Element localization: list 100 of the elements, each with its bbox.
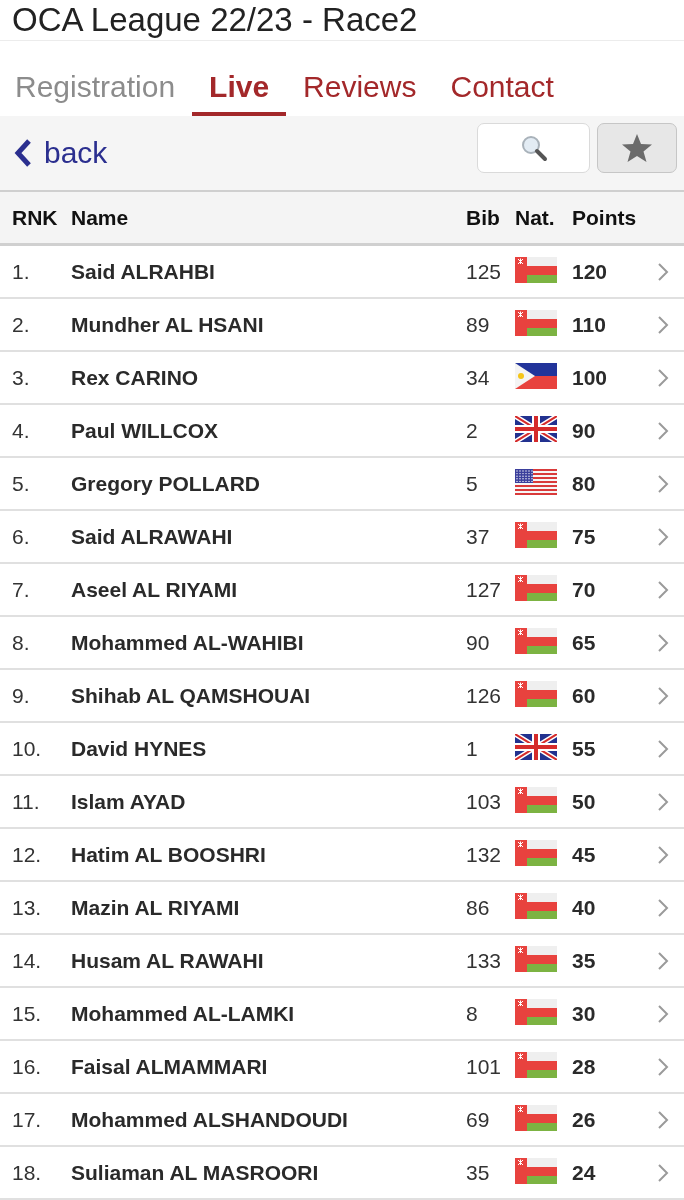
chevron-right-icon[interactable] [657, 1162, 669, 1183]
chevron-right-icon[interactable] [657, 1109, 669, 1130]
athlete-name: Mundher AL HSANI [71, 312, 264, 337]
points-value: 70 [572, 577, 596, 602]
athlete-name: Said ALRAHBI [71, 259, 215, 284]
page-title: OCA League 22/23 - Race2 [12, 1, 418, 39]
bib-number: 132 [466, 842, 502, 867]
chevron-right-icon[interactable] [657, 314, 669, 335]
chevron-right-icon[interactable] [657, 261, 669, 282]
chevron-right-icon[interactable] [657, 1003, 669, 1024]
points-value: 28 [572, 1054, 596, 1079]
nav-tab[interactable]: Contact [433, 62, 571, 116]
athlete-name: Paul WILLCOX [71, 418, 218, 443]
athlete-name: Hatim AL BOOSHRI [71, 842, 266, 867]
chevron-right-icon[interactable] [657, 685, 669, 706]
points-value: 75 [572, 524, 596, 549]
nav-tab[interactable]: Reviews [286, 62, 434, 116]
bib-number: 125 [466, 259, 502, 284]
athlete-name: Rex CARINO [71, 365, 199, 390]
rank-text: 8. [12, 630, 30, 655]
rank-text: 15. [12, 1001, 42, 1026]
chevron-right-icon[interactable] [657, 632, 669, 653]
athlete-name: Faisal ALMAMMARI [71, 1054, 268, 1079]
rank-text: 14. [12, 948, 42, 973]
bib-number: 8 [466, 1001, 478, 1026]
chevron-right-icon[interactable] [657, 897, 669, 918]
bib-number: 69 [466, 1107, 490, 1132]
bib-number: 34 [466, 365, 490, 390]
points-value: 100 [572, 365, 608, 390]
rank-text: 10. [12, 736, 42, 761]
rank-text: 17. [12, 1107, 42, 1132]
points-value: 40 [572, 895, 596, 920]
rank-text: 6. [12, 524, 30, 549]
rank-text: 13. [12, 895, 42, 920]
chevron-left-icon [14, 138, 32, 168]
column-header: Bib [466, 205, 500, 230]
rank-text: 4. [12, 418, 30, 443]
rank-text: 11. [12, 789, 40, 814]
bib-number: 90 [466, 630, 490, 655]
points-value: 120 [572, 259, 608, 284]
athlete-name: Mazin AL RIYAMI [71, 895, 240, 920]
bib-number: 2 [466, 418, 478, 443]
rank-text: 12. [12, 842, 42, 867]
athlete-name: Shihab AL QAMSHOUAI [71, 683, 311, 708]
bib-number: 133 [466, 948, 502, 973]
column-header: Name [71, 205, 129, 230]
bib-number: 101 [466, 1054, 502, 1079]
athlete-name: Mohammed ALSHANDOUDI [71, 1107, 348, 1132]
bib-number: 1 [466, 736, 478, 761]
bib-number: 103 [466, 789, 502, 814]
chevron-right-icon[interactable] [657, 738, 669, 759]
bib-number: 37 [466, 524, 490, 549]
bib-number: 86 [466, 895, 490, 920]
points-value: 24 [572, 1160, 596, 1185]
rank-text: 1. [12, 259, 30, 284]
column-header: Points [572, 205, 637, 230]
rank-text: 7. [12, 577, 30, 602]
star-icon [621, 133, 653, 163]
chevron-right-icon[interactable] [657, 473, 669, 494]
bib-number: 127 [466, 577, 502, 602]
chevron-right-icon[interactable] [657, 791, 669, 812]
points-value: 60 [572, 683, 596, 708]
athlete-name: Suliaman AL MASROORI [71, 1160, 319, 1185]
points-value: 80 [572, 471, 596, 496]
rank-text: 18. [12, 1160, 42, 1185]
points-value: 65 [572, 630, 596, 655]
chevron-right-icon[interactable] [657, 844, 669, 865]
search-button[interactable] [477, 123, 590, 173]
points-value: 50 [572, 789, 596, 814]
points-value: 35 [572, 948, 596, 973]
bib-number: 89 [466, 312, 490, 337]
chevron-right-icon[interactable] [657, 526, 669, 547]
athlete-name: Husam AL RAWAHI [71, 948, 264, 973]
favorite-button[interactable] [597, 123, 677, 173]
search-icon [519, 134, 548, 162]
chevron-right-icon[interactable] [657, 950, 669, 971]
rank-text: 3. [12, 365, 30, 390]
athlete-name: Aseel AL RIYAMI [71, 577, 238, 602]
points-value: 55 [572, 736, 596, 761]
rank-text: 16. [12, 1054, 42, 1079]
chevron-right-icon[interactable] [657, 579, 669, 600]
back-link[interactable]: back [14, 136, 108, 170]
athlete-name: Gregory POLLARD [71, 471, 261, 496]
chevron-right-icon[interactable] [657, 367, 669, 388]
athlete-name: Mohammed AL-LAMKI [71, 1001, 295, 1026]
column-header: Nat. [515, 205, 555, 230]
bib-number: 35 [466, 1160, 490, 1185]
bib-number: 5 [466, 471, 478, 496]
points-value: 30 [572, 1001, 596, 1026]
points-value: 45 [572, 842, 596, 867]
chevron-right-icon[interactable] [657, 1056, 669, 1077]
chevron-right-icon[interactable] [657, 420, 669, 441]
points-value: 26 [572, 1107, 596, 1132]
bib-number: 126 [466, 683, 502, 708]
rank-text: 5. [12, 471, 30, 496]
athlete-name: Mohammed AL-WAHIBI [71, 630, 304, 655]
athlete-name: Said ALRAWAHI [71, 524, 233, 549]
athlete-name: Islam AYAD [71, 789, 186, 814]
athlete-name: David HYNES [71, 736, 207, 761]
rank-text: 2. [12, 312, 30, 337]
